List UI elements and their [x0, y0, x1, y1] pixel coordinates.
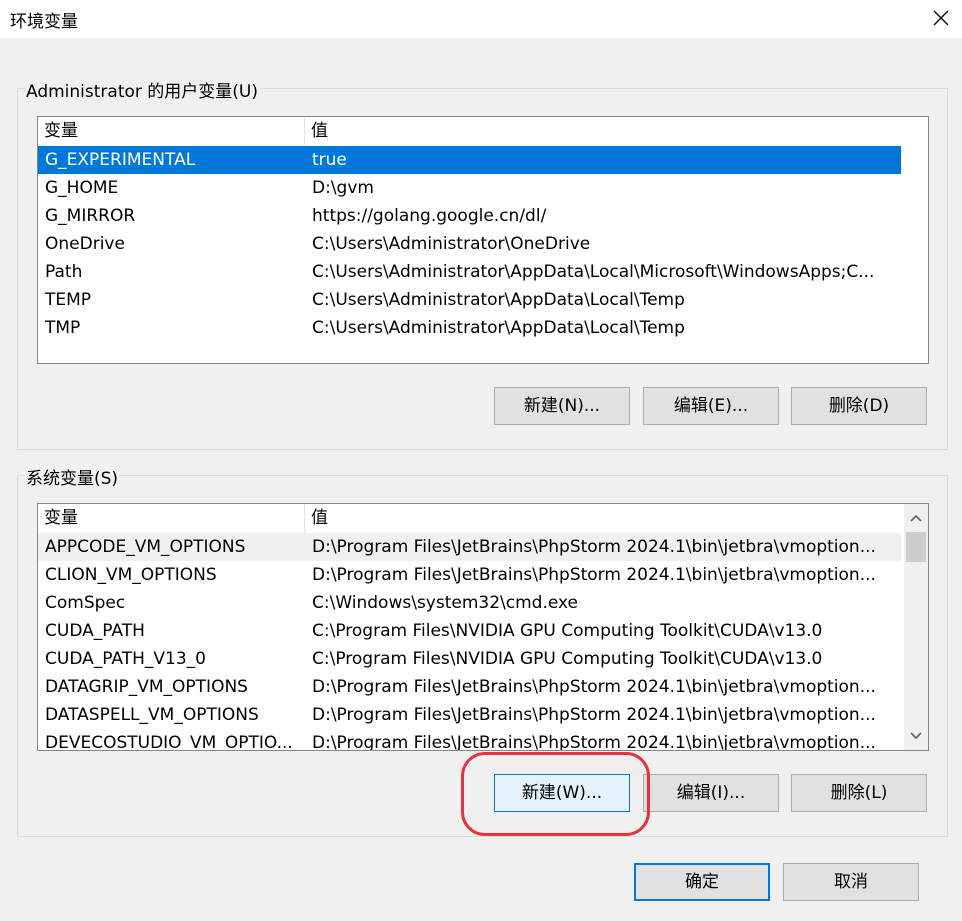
scroll-up-button[interactable]	[904, 504, 928, 532]
table-row[interactable]: G_MIRROR https://golang.google.cn/dl/	[38, 202, 901, 230]
variable-name: G_EXPERIMENTAL	[45, 150, 196, 170]
chevron-up-icon	[910, 514, 922, 522]
user-vars-group-label: Administrator 的用户变量(U)	[24, 77, 260, 102]
system-edit-button[interactable]: 编辑(I)...	[643, 774, 779, 812]
variable-value: C:\Users\Administrator\AppData\Local\Mic…	[312, 262, 875, 282]
variable-name: CUDA_PATH	[45, 621, 145, 641]
variable-name: G_HOME	[45, 178, 119, 198]
variable-value: C:\Users\Administrator\OneDrive	[312, 234, 591, 254]
variable-name: OneDrive	[45, 234, 125, 254]
user-vars-list[interactable]: 变量 值 G_EXPERIMENTAL true G_HOME D:\gvm G_MIR…	[37, 116, 929, 364]
variable-value: C:\Windows\system32\cmd.exe	[312, 593, 579, 613]
user-new-button[interactable]: 新建(N)...	[494, 387, 630, 425]
variable-value: D:\Program Files\JetBrains\PhpStorm 2024…	[312, 537, 876, 557]
user-delete-button[interactable]: 删除(D)	[791, 387, 927, 425]
chevron-down-icon	[910, 732, 922, 740]
system-delete-button[interactable]: 删除(L)	[791, 774, 927, 812]
variable-value: D:\Program Files\JetBrains\PhpStorm 2024…	[312, 565, 876, 585]
variable-name: APPCODE_VM_OPTIONS	[45, 537, 246, 557]
column-header-variable[interactable]: 变量	[38, 504, 305, 533]
variable-name: TMP	[45, 318, 81, 338]
variable-name: CLION_VM_OPTIONS	[45, 565, 217, 585]
variable-name: DATAGRIP_VM_OPTIONS	[45, 677, 248, 697]
variable-value: https://golang.google.cn/dl/	[312, 206, 547, 226]
close-icon	[933, 10, 949, 26]
column-header-variable[interactable]: 变量	[38, 117, 305, 146]
variable-name: DATASPELL_VM_OPTIONS	[45, 705, 259, 725]
title-bar: 环境变量	[0, 0, 962, 38]
table-row[interactable]: G_HOME D:\gvm	[38, 174, 901, 202]
window-title: 环境变量	[10, 12, 78, 32]
table-row[interactable]: G_EXPERIMENTAL true	[38, 146, 901, 174]
table-row[interactable]: OneDrive C:\Users\Administrator\OneDrive	[38, 230, 901, 258]
table-row[interactable]: APPCODE_VM_OPTIONS D:\Program Files\JetBr…	[38, 533, 901, 561]
table-row[interactable]: TMP C:\Users\Administrator\AppData\Local\…	[38, 314, 901, 342]
table-row[interactable]: DEVECOSTUDIO_VM_OPTIO... D:\Program Files…	[38, 729, 901, 751]
scroll-down-button[interactable]	[904, 722, 928, 750]
variable-value: C:\Users\Administrator\AppData\Local\Tem…	[312, 290, 685, 310]
variable-value: C:\Program Files\NVIDIA GPU Computing To…	[312, 621, 823, 641]
variable-value: C:\Program Files\NVIDIA GPU Computing To…	[312, 649, 823, 669]
variable-name: DEVECOSTUDIO_VM_OPTIO...	[45, 733, 293, 751]
variable-name: G_MIRROR	[45, 206, 136, 226]
table-row[interactable]: CUDA_PATH_V13_0 C:\Program Files\NVIDIA G…	[38, 645, 901, 673]
table-row[interactable]: Path C:\Users\Administrator\AppData\Local…	[38, 258, 901, 286]
table-row[interactable]: TEMP C:\Users\Administrator\AppData\Local…	[38, 286, 901, 314]
system-new-button[interactable]: 新建(W)...	[494, 774, 630, 812]
variable-value: D:\Program Files\JetBrains\PhpStorm 2024…	[312, 677, 876, 697]
variable-value: C:\Users\Administrator\AppData\Local\Tem…	[312, 318, 685, 338]
variable-name: TEMP	[45, 290, 92, 310]
user-vars-rows: G_EXPERIMENTAL true G_HOME D:\gvm G_MIRROR ht…	[38, 146, 901, 342]
table-row[interactable]: CLION_VM_OPTIONS D:\Program Files\JetBrai…	[38, 561, 901, 589]
variable-name: Path	[45, 262, 83, 282]
column-header-value[interactable]: 值	[305, 504, 902, 533]
system-vars-list-header: 变量 值	[38, 504, 902, 533]
variable-value: D:\Program Files\JetBrains\PhpStorm 2024…	[312, 733, 876, 751]
column-header-value[interactable]: 值	[305, 117, 902, 146]
system-vars-scrollbar[interactable]	[904, 504, 928, 750]
scroll-thumb[interactable]	[906, 532, 926, 562]
system-vars-list[interactable]: 变量 值 APPCODE_VM_OPTIONS D:\Program Files\…	[37, 503, 929, 751]
user-edit-button[interactable]: 编辑(E)...	[643, 387, 779, 425]
ok-button[interactable]: 确定	[634, 863, 770, 901]
table-row[interactable]: ComSpec C:\Windows\system32\cmd.exe	[38, 589, 901, 617]
variable-value: true	[312, 150, 347, 170]
system-vars-rows: APPCODE_VM_OPTIONS D:\Program Files\JetBr…	[38, 533, 901, 751]
table-row[interactable]: CUDA_PATH C:\Program Files\NVIDIA GPU Com…	[38, 617, 901, 645]
variable-value: D:\gvm	[312, 178, 374, 198]
user-vars-list-header: 变量 值	[38, 117, 902, 146]
variable-name: CUDA_PATH_V13_0	[45, 649, 206, 669]
close-button[interactable]	[920, 0, 962, 38]
table-row[interactable]: DATAGRIP_VM_OPTIONS D:\Program Files\JetB…	[38, 673, 901, 701]
cancel-button[interactable]: 取消	[783, 863, 919, 901]
table-row[interactable]: DATASPELL_VM_OPTIONS D:\Program Files\Jet…	[38, 701, 901, 729]
variable-name: ComSpec	[45, 593, 126, 613]
system-vars-group-label: 系统变量(S)	[24, 464, 121, 489]
variable-value: D:\Program Files\JetBrains\PhpStorm 2024…	[312, 705, 876, 725]
